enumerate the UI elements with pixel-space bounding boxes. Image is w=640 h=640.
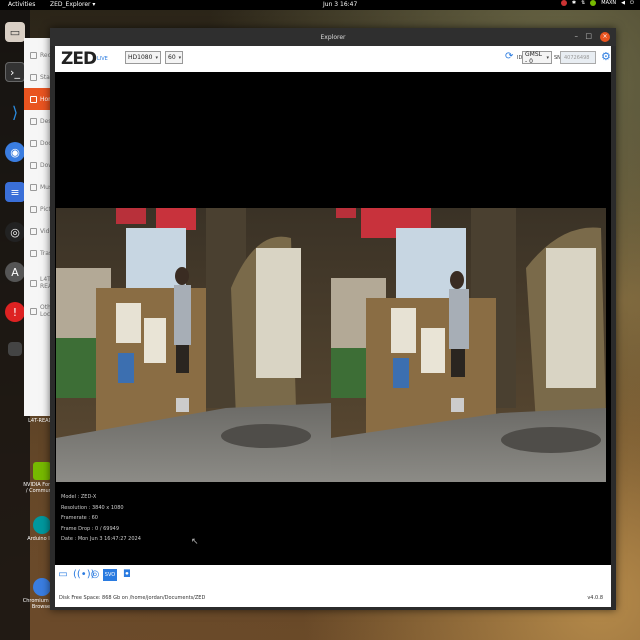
info-framerate: Framerate : 60 <box>61 515 98 521</box>
document-icon <box>30 139 37 147</box>
fps-select[interactable]: 60 ▾ <box>165 51 183 64</box>
power-icon[interactable]: ⏻ <box>630 0 634 6</box>
download-icon <box>30 161 37 169</box>
chromium-icon <box>33 578 51 596</box>
svo-icon[interactable]: SVO <box>103 569 117 581</box>
camera-info-overlay: Model : ZED-X Resolution : 3840 x 1080 F… <box>61 492 141 545</box>
right-eye-image <box>331 208 606 482</box>
nvidia-icon[interactable] <box>560 0 567 6</box>
mouse-cursor-icon: ↖ <box>191 537 199 547</box>
record-icon[interactable]: ◎ <box>89 569 101 581</box>
software-center-icon[interactable]: A <box>5 262 25 282</box>
app-menu[interactable]: ZED_Explorer ▾ <box>50 1 95 8</box>
power-mode-icon[interactable] <box>590 0 597 6</box>
close-icon: × <box>602 33 608 40</box>
activities-button[interactable]: Activities <box>8 1 35 8</box>
files-app-icon[interactable]: ▭ <box>5 22 25 42</box>
camera-icon[interactable]: ◘ <box>121 569 133 581</box>
toolbar: ZED LIVE HD1080 ▾ 60 ▾ ⟳ ID GMSL - 0 ▾ SN 4… <box>55 46 611 72</box>
info-model: Model : ZED-X <box>61 494 97 500</box>
camera-id-select[interactable]: GMSL - 0 ▾ <box>522 51 552 65</box>
info-frame-drop: Frame Drop : 0 / 69949 <box>61 525 120 532</box>
arduino-icon <box>33 516 51 534</box>
clock[interactable]: Jun 3 16:47 <box>323 1 357 8</box>
network-icon[interactable]: ⇅ <box>581 0 585 6</box>
bottom-toolbar: ▭ ((•)) ◎ SVO ◘ Disk Free Space: 868 Gb … <box>55 565 611 607</box>
live-badge: LIVE <box>97 56 108 62</box>
disk-free-space: Disk Free Space: 868 Gb on /home/jordan/… <box>59 595 206 601</box>
chevron-down-icon: ▾ <box>178 54 182 61</box>
desktop-icon <box>30 117 37 125</box>
bluetooth-icon[interactable]: ✱ <box>572 0 576 6</box>
gnome-top-bar: Activities ZED_Explorer ▾ Jun 3 16:47 ✱ … <box>0 0 640 10</box>
system-tray[interactable]: ✱ ⇅ MAXN ◀ ⏻ <box>560 0 634 6</box>
terminal-icon[interactable]: ›_ <box>5 62 25 82</box>
video-viewer[interactable]: ↖ Model : ZED-X Resolution : 3840 x 1080… <box>55 72 611 565</box>
maximize-icon[interactable]: □ <box>585 32 592 40</box>
power-mode-label[interactable]: MAXN <box>601 0 616 6</box>
docs-icon[interactable]: ≡ <box>5 182 25 202</box>
info-date: Date : Mon Jun 3 16:47:27 2024 <box>61 536 141 542</box>
window-titlebar[interactable]: Explorer <box>50 28 616 46</box>
stereo-camera-feed <box>56 208 606 482</box>
folder-icon[interactable]: ▭ <box>57 569 69 581</box>
resolution-select[interactable]: HD1080 ▾ <box>125 51 161 64</box>
stream-icon[interactable]: ((•)) <box>73 569 95 581</box>
update-alert-icon[interactable]: ! <box>5 302 25 322</box>
trash-icon <box>30 249 37 257</box>
vscode-icon[interactable]: ⟩ <box>5 102 25 122</box>
left-eye-image <box>56 208 331 482</box>
plus-icon <box>30 307 37 315</box>
close-button[interactable]: × <box>600 32 610 42</box>
obs-icon[interactable]: ◎ <box>5 222 25 242</box>
chromium-icon[interactable]: ◉ <box>5 142 25 162</box>
drive-icon <box>30 279 37 287</box>
chevron-down-icon: ▾ <box>155 54 158 61</box>
chevron-down-icon: ▾ <box>546 54 549 61</box>
refresh-icon[interactable]: ⟳ <box>505 51 513 62</box>
minimize-icon[interactable]: – <box>575 32 579 40</box>
serial-number-field[interactable]: 40726498 <box>560 51 596 64</box>
picture-icon <box>30 205 37 213</box>
window-title: Explorer <box>320 33 346 41</box>
clock-icon <box>30 51 37 59</box>
volume-icon[interactable]: ◀ <box>621 0 625 6</box>
trash-icon[interactable] <box>8 342 22 356</box>
nvidia-icon <box>33 462 51 480</box>
music-icon <box>30 183 37 191</box>
settings-gear-icon[interactable]: ⚙ <box>601 50 611 63</box>
zed-logo: ZED <box>61 49 97 69</box>
star-icon <box>30 73 37 81</box>
video-icon <box>30 227 37 235</box>
explorer-window: Explorer – □ × ZED LIVE HD1080 ▾ 60 ▾ ⟳ ID… <box>50 28 616 610</box>
app-version: v4.0.8 <box>587 595 603 601</box>
zed-explorer-app: ZED LIVE HD1080 ▾ 60 ▾ ⟳ ID GMSL - 0 ▾ SN 4… <box>55 46 611 607</box>
info-resolution: Resolution : 3840 x 1080 <box>61 504 124 511</box>
home-icon <box>30 95 37 103</box>
